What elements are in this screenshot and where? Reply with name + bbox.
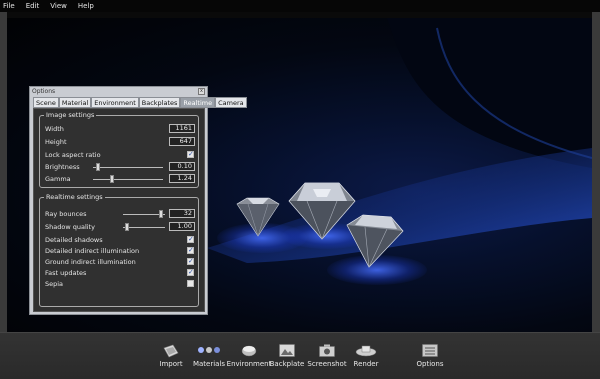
diamond-left <box>236 197 280 237</box>
brightness-field[interactable]: 0.10 <box>169 162 195 171</box>
height-label: Height <box>45 138 67 146</box>
lock-aspect-checkbox[interactable] <box>187 150 194 158</box>
tab-material[interactable]: Material <box>58 97 92 108</box>
options-body: Image settings Width 1161 Height 647 Loc… <box>33 108 205 312</box>
bottom-toolbar <box>0 332 600 379</box>
backplate-label[interactable]: Backplate <box>270 360 305 368</box>
width-label: Width <box>45 125 64 133</box>
ray-bounces-slider[interactable] <box>123 210 165 218</box>
tab-backplates[interactable]: Backplates <box>138 97 181 108</box>
fast-updates-label: Fast updates <box>45 269 87 277</box>
ground-indirect-label: Ground indirect illumination <box>45 258 136 266</box>
menu-view[interactable]: View <box>50 0 67 12</box>
screenshot-label[interactable]: Screenshot <box>307 360 346 368</box>
fast-updates-checkbox[interactable] <box>187 268 194 276</box>
render-label[interactable]: Render <box>354 360 379 368</box>
width-field[interactable]: 1161 <box>169 124 195 133</box>
materials-label[interactable]: Materials <box>193 360 225 368</box>
tab-scene[interactable]: Scene <box>33 97 59 108</box>
menu-bar: File Edit View Help <box>0 0 600 12</box>
menu-file[interactable]: File <box>3 0 15 12</box>
environment-label[interactable]: Environment <box>227 360 272 368</box>
ray-bounces-label: Ray bounces <box>45 210 87 218</box>
menu-edit[interactable]: Edit <box>26 0 40 12</box>
brightness-slider-thumb[interactable] <box>96 163 100 171</box>
tab-camera[interactable]: Camera <box>215 97 247 108</box>
height-field[interactable]: 647 <box>169 137 195 146</box>
materials-icon[interactable] <box>197 346 221 354</box>
detailed-indirect-label: Detailed indirect illumination <box>45 247 140 255</box>
realtime-settings-title: Realtime settings <box>44 193 105 201</box>
right-frame <box>592 12 600 335</box>
screenshot-icon[interactable] <box>319 344 335 357</box>
image-settings-group: Image settings Width 1161 Height 647 Loc… <box>39 111 199 188</box>
image-settings-title: Image settings <box>44 111 97 119</box>
detailed-indirect-checkbox[interactable] <box>187 246 194 254</box>
realtime-settings-group: Realtime settings Ray bounces 32 Shadow … <box>39 193 199 307</box>
gamma-slider-thumb[interactable] <box>110 175 114 183</box>
left-frame <box>0 12 7 335</box>
environment-icon[interactable] <box>241 344 257 357</box>
shadow-quality-slider-thumb[interactable] <box>125 223 129 231</box>
diamond-right <box>346 214 404 268</box>
sepia-checkbox[interactable] <box>187 280 194 287</box>
import-label[interactable]: Import <box>159 360 182 368</box>
ray-bounces-slider-thumb[interactable] <box>159 210 163 218</box>
shadow-quality-slider[interactable] <box>123 223 165 231</box>
options-title: Options <box>32 88 56 95</box>
brightness-label: Brightness <box>45 163 80 171</box>
options-label[interactable]: Options <box>416 360 443 368</box>
lock-aspect-label: Lock aspect ratio <box>45 151 101 159</box>
options-panel: Options x Scene Material Environment Bac… <box>29 86 247 315</box>
menu-help[interactable]: Help <box>78 0 94 12</box>
close-icon[interactable]: x <box>198 88 205 95</box>
shadow-quality-field[interactable]: 1.00 <box>169 222 195 231</box>
gamma-field[interactable]: 1.24 <box>169 174 195 183</box>
detailed-shadows-checkbox[interactable] <box>187 235 194 243</box>
shadow-quality-label: Shadow quality <box>45 223 95 231</box>
tab-realtime[interactable]: Realtime <box>180 97 216 108</box>
gamma-label: Gamma <box>45 175 71 183</box>
detailed-shadows-label: Detailed shadows <box>45 236 103 244</box>
ground-indirect-checkbox[interactable] <box>187 257 194 265</box>
tab-environment[interactable]: Environment <box>91 97 139 108</box>
options-tabs: Scene Material Environment Backplates Re… <box>33 97 247 108</box>
import-icon[interactable] <box>163 344 179 358</box>
backplate-icon[interactable] <box>279 344 295 357</box>
sepia-label: Sepia <box>45 280 64 288</box>
brightness-slider[interactable] <box>93 163 163 171</box>
render-icon[interactable] <box>355 344 377 357</box>
gamma-slider[interactable] <box>93 175 163 183</box>
options-icon[interactable] <box>422 344 438 357</box>
ray-bounces-field[interactable]: 32 <box>169 209 195 218</box>
